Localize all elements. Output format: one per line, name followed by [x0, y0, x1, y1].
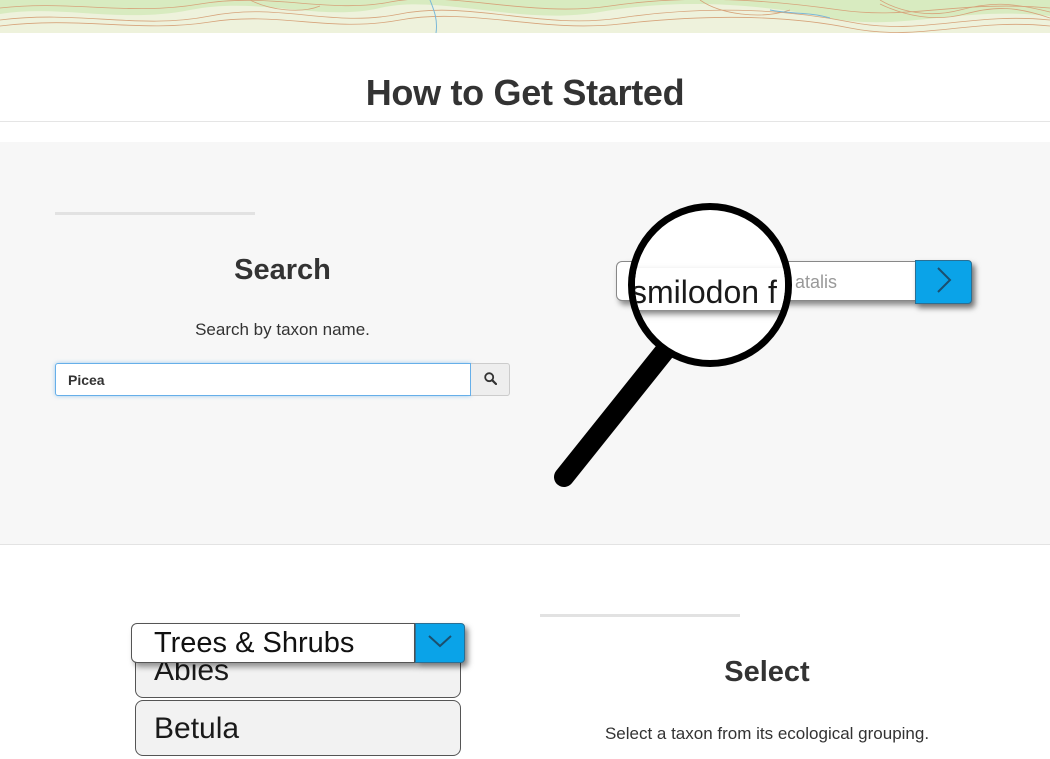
- magnifier-lens: smilodon f: [628, 203, 792, 367]
- search-icon: [483, 371, 497, 388]
- dropdown-illustration: Abies Betula Trees & Shrubs: [125, 620, 485, 759]
- topo-map-banner: [0, 0, 1050, 33]
- search-section: Search Search by taxon name. atalis: [0, 142, 1050, 545]
- search-description: Search by taxon name.: [195, 320, 370, 339]
- select-description: Select a taxon from its ecological group…: [604, 724, 930, 743]
- page-title: How to Get Started: [365, 72, 685, 113]
- taxon-search-input[interactable]: [55, 363, 471, 396]
- magnifier-illustration: atalis smilodon f: [540, 197, 990, 497]
- dropdown-item-betula: Betula: [135, 700, 461, 756]
- search-heading: Search: [234, 254, 331, 286]
- search-accent-rule: [55, 212, 255, 215]
- dropdown-toggle-button: [415, 623, 465, 663]
- title-divider: [0, 121, 1050, 122]
- chevron-down-icon: [426, 633, 454, 654]
- dropdown-selected-box: Trees & Shrubs: [131, 623, 415, 663]
- select-heading: Select: [724, 656, 810, 688]
- select-accent-rule: [540, 614, 740, 617]
- lens-magnified-field: smilodon f: [631, 268, 785, 310]
- lens-magnified-text: smilodon f: [631, 274, 777, 310]
- search-button[interactable]: [471, 363, 510, 396]
